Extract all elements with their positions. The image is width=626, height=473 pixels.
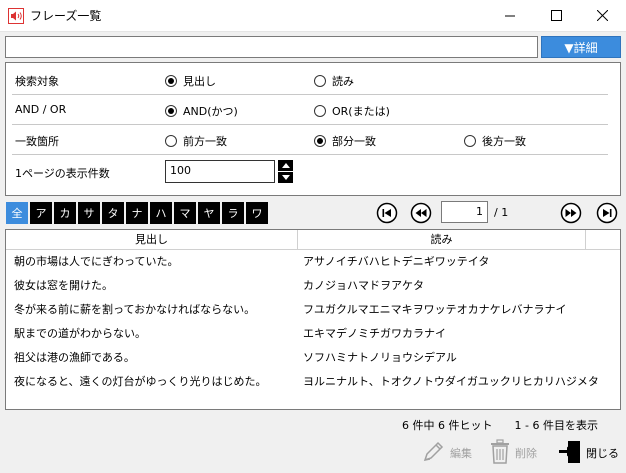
table-row[interactable]: 彼女は窓を開けた。 カノジョハマドヲアケタ xyxy=(6,274,620,298)
cell-reading: フユガクルマエニマキヲワッテオカナケレバナラナイ xyxy=(303,303,567,316)
close-window-button[interactable] xyxy=(579,0,625,31)
radio-or[interactable]: OR(または) xyxy=(314,103,390,119)
title-bar: フレーズ一覧 xyxy=(0,0,626,32)
search-options-panel: 検索対象 見出し 読み AND / OR AND(かつ) OR(または) 一致箇… xyxy=(5,62,621,196)
kana-tab-ka[interactable]: カ xyxy=(54,202,76,224)
cell-reading: ヨルニナルト、トオクノトウダイガユックリヒカリハジメタ xyxy=(303,375,599,388)
option-row-andor: AND / OR AND(かつ) OR(または) xyxy=(6,95,620,125)
cell-reading: アサノイチバハヒトデニギワッテイタ xyxy=(303,255,490,268)
kana-tab-ha[interactable]: ハ xyxy=(150,202,172,224)
page-number-input[interactable]: 1 xyxy=(441,201,488,223)
per-page-input[interactable]: 100 xyxy=(165,160,275,183)
last-page-icon[interactable] xyxy=(596,202,618,224)
cell-heading: 駅までの道がわからない。 xyxy=(14,327,146,340)
table-row[interactable]: 夜になると、遠くの灯台がゆっくり光りはじめた。 ヨルニナルト、トオクノトウダイガ… xyxy=(6,370,620,394)
match-label: 一致箇所 xyxy=(15,135,59,148)
cell-reading: カノジョハマドヲアケタ xyxy=(303,279,424,292)
option-row-target: 検索対象 見出し 読み xyxy=(6,65,620,95)
next-page-icon[interactable] xyxy=(560,202,582,224)
target-label: 検索対象 xyxy=(15,75,59,88)
table-row[interactable]: 冬が来る前に薪を割っておかなければならない。 フユガクルマエニマキヲワッテオカナ… xyxy=(6,298,620,322)
cell-reading: ソフハミナトノリョウシデアル xyxy=(303,351,457,364)
kana-index-bar: 全 ア カ サ タ ナ ハ マ ヤ ラ ワ xyxy=(6,202,268,224)
kana-tab-sa[interactable]: サ xyxy=(78,202,100,224)
kana-tab-ma[interactable]: マ xyxy=(174,202,196,224)
cell-heading: 祖父は港の漁師である。 xyxy=(14,351,135,364)
radio-dot xyxy=(314,135,326,147)
radio-dot xyxy=(165,135,177,147)
exit-door-icon xyxy=(558,439,582,468)
hit-count-status: 6 件中 6 件ヒット 1 - 6 件目を表示 xyxy=(402,419,598,432)
pencil-icon xyxy=(420,439,446,468)
prev-page-icon[interactable] xyxy=(410,202,432,224)
option-row-match: 一致箇所 前方一致 部分一致 後方一致 xyxy=(6,125,620,155)
radio-target-reading[interactable]: 読み xyxy=(314,73,354,89)
radio-dot xyxy=(314,105,326,117)
kana-tab-na[interactable]: ナ xyxy=(126,202,148,224)
table-row[interactable]: 祖父は港の漁師である。 ソフハミナトノリョウシデアル xyxy=(6,346,620,370)
edit-label: 編集 xyxy=(450,447,472,460)
detail-button-label: ▼詳細 xyxy=(564,40,598,55)
cell-heading: 彼女は窓を開けた。 xyxy=(14,279,113,292)
first-page-icon[interactable] xyxy=(376,202,398,224)
kana-tab-ta[interactable]: タ xyxy=(102,202,124,224)
cell-reading: エキマデノミチガワカラナイ xyxy=(303,327,446,340)
radio-dot xyxy=(165,75,177,87)
per-page-label: 1ページの表示件数 xyxy=(15,167,110,180)
radio-match-prefix[interactable]: 前方一致 xyxy=(165,133,227,149)
kana-tab-all[interactable]: 全 xyxy=(6,202,28,224)
table-row[interactable]: 朝の市場は人でにぎわっていた。 アサノイチバハヒトデニギワッテイタ xyxy=(6,250,620,274)
kana-tab-wa[interactable]: ワ xyxy=(246,202,268,224)
table-header: 見出し 読み xyxy=(6,230,620,250)
radio-dot xyxy=(314,75,326,87)
radio-and[interactable]: AND(かつ) xyxy=(165,103,238,119)
cell-heading: 夜になると、遠くの灯台がゆっくり光りはじめた。 xyxy=(14,375,267,388)
radio-match-partial[interactable]: 部分一致 xyxy=(314,133,376,149)
page-total: / 1 xyxy=(494,206,509,219)
spin-up-icon[interactable] xyxy=(278,160,293,171)
close-label: 閉じる xyxy=(586,447,619,460)
cell-heading: 朝の市場は人でにぎわっていた。 xyxy=(14,255,179,268)
andor-label: AND / OR xyxy=(15,103,67,116)
trash-icon xyxy=(489,438,511,468)
maximize-button[interactable] xyxy=(533,0,579,31)
radio-target-heading[interactable]: 見出し xyxy=(165,73,216,89)
radio-dot xyxy=(165,105,177,117)
delete-button[interactable]: 削除 xyxy=(489,438,537,468)
window-title: フレーズ一覧 xyxy=(30,9,102,23)
kana-tab-ya[interactable]: ヤ xyxy=(198,202,220,224)
kana-tab-a[interactable]: ア xyxy=(30,202,52,224)
minimize-button[interactable] xyxy=(487,0,533,31)
radio-dot xyxy=(464,135,476,147)
cell-heading: 冬が来る前に薪を割っておかなければならない。 xyxy=(14,303,256,316)
table-row[interactable]: 駅までの道がわからない。 エキマデノミチガワカラナイ xyxy=(6,322,620,346)
kana-tab-ra[interactable]: ラ xyxy=(222,202,244,224)
radio-match-suffix[interactable]: 後方一致 xyxy=(464,133,526,149)
speaker-icon xyxy=(8,8,24,24)
phrase-table: 見出し 読み 朝の市場は人でにぎわっていた。 アサノイチバハヒトデニギワッテイタ… xyxy=(5,229,621,410)
spin-down-icon[interactable] xyxy=(278,172,293,183)
close-button[interactable]: 閉じる xyxy=(558,438,619,468)
delete-label: 削除 xyxy=(515,447,537,460)
search-input[interactable] xyxy=(5,36,538,58)
edit-button[interactable]: 編集 xyxy=(420,438,472,468)
detail-toggle-button[interactable]: ▼詳細 xyxy=(541,36,621,58)
column-header-reading[interactable]: 読み xyxy=(298,230,586,250)
column-header-heading[interactable]: 見出し xyxy=(6,230,298,250)
